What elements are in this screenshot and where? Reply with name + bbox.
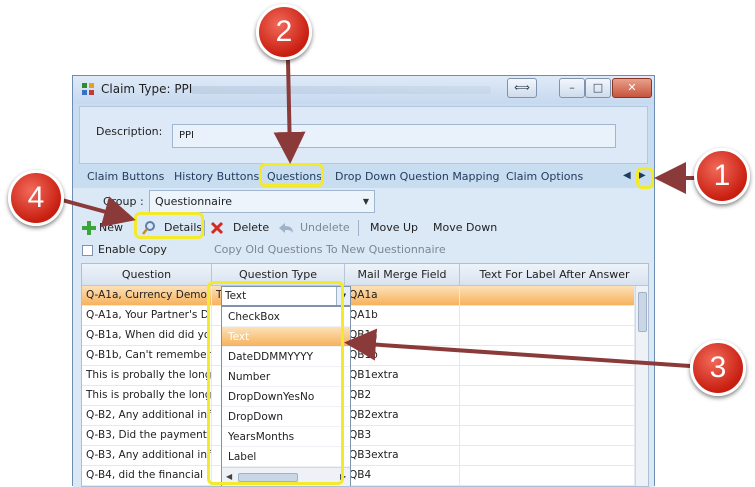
- callout-2: 2: [256, 4, 312, 60]
- callout-4: 4: [8, 170, 64, 226]
- annotation-arrows: [61, 59, 700, 368]
- callout-1: 1: [694, 148, 750, 204]
- callout-3: 3: [690, 340, 746, 396]
